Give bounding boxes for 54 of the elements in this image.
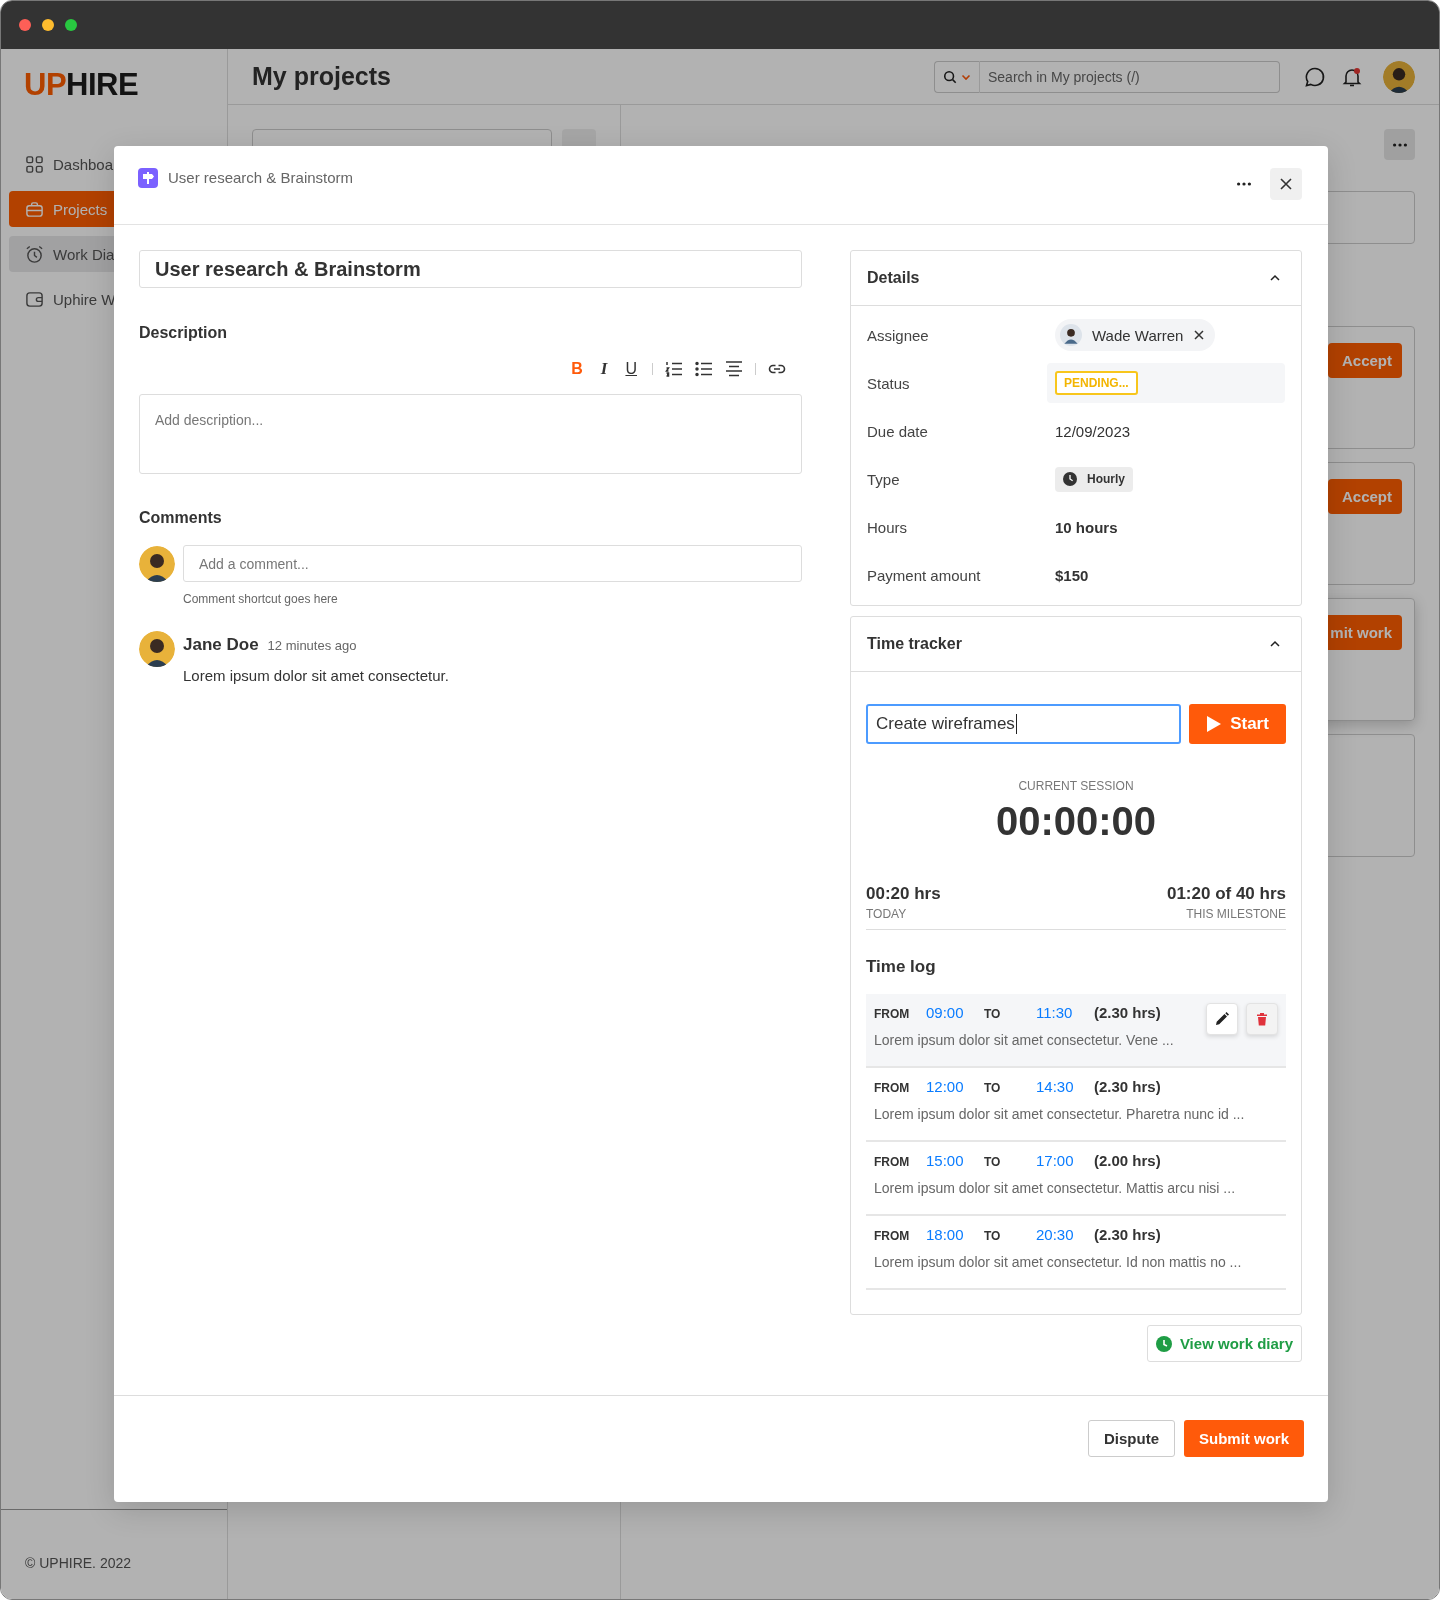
field-label: Type (867, 470, 901, 488)
end-time: 20:30 (1036, 1226, 1075, 1243)
logo: UPHIRE (23, 66, 140, 104)
comment-time: 12 minutes ago (267, 638, 357, 653)
duration: (2.30 hrs) (1094, 1078, 1161, 1095)
to-label: TO (984, 1081, 1002, 1095)
end-time: 17:00 (1036, 1152, 1075, 1169)
duration: (2.30 hrs) (1094, 1226, 1161, 1243)
stat-label: TODAY (866, 907, 908, 921)
session-timer: 00:00:00 (994, 799, 1158, 844)
from-label: FROM (874, 1229, 911, 1243)
stat-label: THIS MILESTONE (1186, 907, 1286, 921)
to-label: TO (984, 1155, 1002, 1169)
to-label: TO (984, 1007, 1002, 1021)
field-label: Due date (867, 422, 929, 440)
stat-value: 01:20 of 40 hrs (1166, 884, 1286, 904)
comment-hint: Comment shortcut goes here (183, 592, 339, 606)
panel-title: Time tracker (867, 635, 962, 653)
field-value: 12/09/2023 (1055, 422, 1131, 440)
section-label: Description (139, 324, 228, 342)
field-value: $150 (1055, 566, 1089, 584)
start-time: 09:00 (926, 1004, 965, 1021)
type-chip: Hourly (1055, 466, 1133, 492)
field-value: 10 hours (1055, 518, 1118, 536)
field-label: Status (867, 374, 911, 392)
page-title: My projects (252, 62, 392, 91)
copyright: © UPHIRE. 2022 (25, 1555, 132, 1571)
comment-author: Jane Doe (183, 635, 259, 655)
field-label: Hours (867, 518, 908, 536)
log-note: Lorem ipsum dolor sit amet consectetur. Mattis arcu nisi ... (874, 1180, 1237, 1196)
section-label: Comments (139, 509, 223, 527)
start-time: 18:00 (926, 1226, 965, 1243)
breadcrumb: User research & Brainstorm (168, 169, 354, 186)
end-time: 11:30 (1036, 1004, 1074, 1021)
log-note: Lorem ipsum dolor sit amet consectetur. Id non mattis no ... (874, 1254, 1243, 1270)
duration: (2.30 hrs) (1094, 1004, 1161, 1021)
section-label: Time log (866, 957, 937, 977)
field-label: Payment amount (867, 566, 982, 584)
comment-text: Lorem ipsum dolor sit amet consectetur. (183, 667, 449, 684)
session-label: CURRENT SESSION (1017, 779, 1135, 793)
panel-title: Details (867, 269, 920, 287)
log-note: Lorem ipsum dolor sit amet consectetur. Vene ... (874, 1032, 1175, 1048)
field-label: Assignee (867, 326, 930, 344)
from-label: FROM (874, 1007, 911, 1021)
start-time: 15:00 (926, 1152, 965, 1169)
stat-value: 00:20 hrs (866, 884, 941, 904)
start-time: 12:00 (926, 1078, 965, 1095)
end-time: 14:30 (1036, 1078, 1075, 1095)
log-note: Lorem ipsum dolor sit amet consectetur. Pharetra nunc id ... (874, 1106, 1246, 1122)
from-label: FROM (874, 1081, 911, 1095)
status-badge: PENDING... (1055, 371, 1138, 395)
duration: (2.00 hrs) (1094, 1152, 1161, 1169)
from-label: FROM (874, 1155, 911, 1169)
to-label: TO (984, 1229, 1002, 1243)
